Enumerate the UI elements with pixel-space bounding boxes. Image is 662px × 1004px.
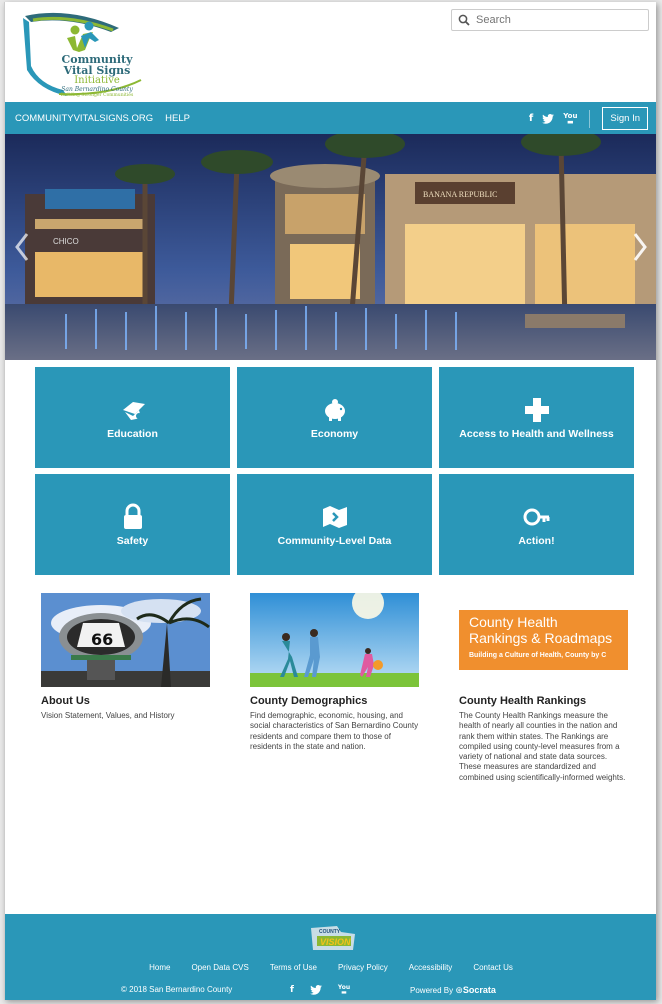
tile-label: Community-Level Data [277, 534, 392, 547]
search-box[interactable] [451, 9, 649, 31]
logo-line-3: Initiative [74, 75, 120, 86]
twitter-icon[interactable] [309, 985, 322, 995]
tile-label: Safety [116, 534, 149, 547]
copyright: © 2018 San Bernardino County [121, 985, 233, 994]
card-title[interactable]: About Us [41, 695, 213, 707]
footer-logo[interactable]: COUNTY VISION [307, 924, 359, 952]
footer: COUNTY VISION Home Open Data CVS Terms o… [5, 914, 656, 1000]
footer-link-contact[interactable]: Contact Us [473, 963, 513, 972]
tile-economy[interactable]: Economy [237, 367, 432, 468]
facebook-icon[interactable]: f [529, 113, 533, 124]
card-description: The County Health Rankings measure the h… [459, 711, 626, 782]
chr-subtitle: Building a Culture of Health, County by … [469, 652, 607, 659]
youtube-icon-label: You [337, 984, 351, 991]
hero-store-label-banana: BANANA REPUBLIC [423, 190, 497, 199]
tile-community-data[interactable]: Community-Level Data [237, 474, 432, 575]
card-about-us[interactable]: 66 About Us Vision Statement, Values, an… [41, 593, 213, 721]
nav-divider [589, 109, 591, 128]
tile-action[interactable]: Action! [439, 474, 634, 575]
footer-link-accessibility[interactable]: Accessibility [409, 963, 453, 972]
tile-label: Education [107, 427, 158, 440]
facebook-icon[interactable]: f [290, 985, 294, 995]
youtube-icon[interactable]: You ▬ [337, 984, 351, 996]
tile-label: Action! [518, 534, 555, 547]
medical-cross-icon [524, 397, 549, 422]
logo-wordmark: Community Vital Signs Initiative San Ber… [37, 54, 157, 98]
logo-line-4: San Bernardino County [61, 86, 133, 93]
hero-image: CHICO BANANA REPUBLIC [5, 134, 656, 360]
card-title[interactable]: County Health Rankings [459, 695, 631, 707]
twitter-icon[interactable] [542, 113, 555, 124]
chr-banner: County Health Rankings & Roadmaps Buildi… [459, 610, 628, 670]
search-icon[interactable] [458, 14, 470, 26]
card-description: Vision Statement, Values, and History [41, 711, 175, 720]
chr-title-2: Rankings & Roadmaps [469, 630, 613, 646]
card-county-demographics[interactable]: County Demographics Find demographic, ec… [250, 593, 422, 752]
card-description: Find demographic, economic, housing, and… [250, 711, 419, 751]
socrata-logo-icon: ⊛ [455, 985, 463, 995]
health-rankings-image[interactable]: County Health Rankings & Roadmaps Buildi… [459, 593, 628, 687]
footer-logo-text-2: VISION [320, 937, 351, 947]
hero-carousel[interactable]: CHICO BANANA REPUBLIC [5, 134, 656, 360]
sign-in-button[interactable]: Sign In [602, 107, 648, 130]
footer-links: Home Open Data CVS Terms of Use Privacy … [5, 963, 656, 972]
tile-label: Economy [310, 427, 359, 440]
footer-logo-text-1: COUNTY [319, 929, 341, 935]
tile-education[interactable]: Education [35, 367, 230, 468]
route66-sign-number: 66 [91, 630, 113, 649]
nav-link-help[interactable]: HELP [165, 113, 190, 124]
education-icon [122, 401, 145, 420]
map-icon [322, 505, 347, 528]
card-county-health-rankings[interactable]: County Health Rankings & Roadmaps Buildi… [459, 593, 631, 783]
piggy-bank-icon [324, 398, 345, 421]
footer-link-terms[interactable]: Terms of Use [270, 963, 317, 972]
youtube-icon-label: You [563, 111, 578, 120]
hero-store-label-chico: CHICO [53, 237, 79, 246]
tile-safety[interactable]: Safety [35, 474, 230, 575]
key-icon [523, 508, 549, 525]
top-nav: COMMUNITYVITALSIGNS.ORG HELP f You ▬ Sign… [5, 102, 656, 134]
chr-title-1: County Health [469, 614, 558, 630]
footer-link-open-data[interactable]: Open Data CVS [191, 963, 248, 972]
powered-by[interactable]: Powered By ⊛Socrata [410, 985, 496, 996]
footer-bottom: © 2018 San Bernardino County f You ▬ Powe… [5, 985, 656, 999]
powered-by-label: Powered By [410, 986, 454, 995]
demographics-image[interactable] [250, 593, 419, 687]
socrata-label: Socrata [462, 985, 496, 995]
header: Community Vital Signs Initiative San Ber… [5, 2, 656, 102]
site-logo[interactable]: Community Vital Signs Initiative San Ber… [19, 10, 149, 98]
footer-link-privacy[interactable]: Privacy Policy [338, 963, 388, 972]
footer-link-home[interactable]: Home [149, 963, 170, 972]
lock-icon [123, 503, 142, 529]
youtube-icon[interactable]: You ▬ [563, 111, 578, 125]
nav-link-home[interactable]: COMMUNITYVITALSIGNS.ORG [15, 113, 153, 124]
tile-label: Access to Health and Wellness [459, 427, 614, 440]
page: Community Vital Signs Initiative San Ber… [4, 2, 656, 1000]
footer-social: f You ▬ [290, 984, 351, 996]
county-vision-logo-icon: COUNTY VISION [311, 926, 355, 950]
about-us-image[interactable]: 66 [41, 593, 210, 687]
tile-health[interactable]: Access to Health and Wellness [439, 367, 634, 468]
logo-line-5: Building Stronger Communities [60, 93, 134, 98]
search-input[interactable] [476, 14, 646, 26]
card-title[interactable]: County Demographics [250, 695, 422, 707]
